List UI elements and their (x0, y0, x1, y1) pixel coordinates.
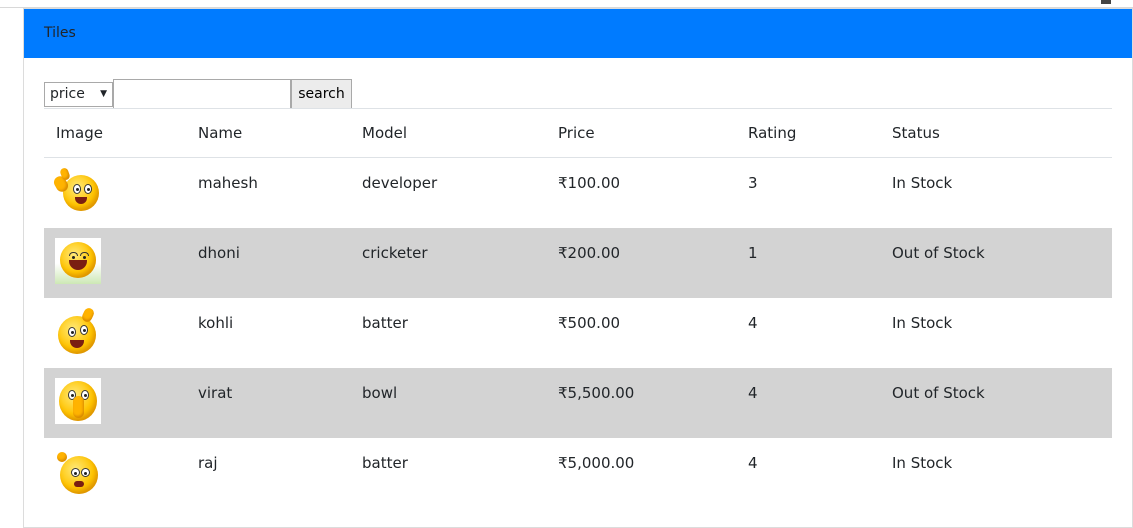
name-cell: raj (198, 453, 218, 472)
scroll-marker (1101, 0, 1111, 4)
rating-cell: 3 (748, 174, 758, 192)
image-cell (44, 158, 186, 228)
card-header: Tiles (24, 9, 1132, 58)
table-row: virat bowl ₹5,500.00 4 Out of Stock (44, 367, 1112, 438)
status-cell: In Stock (892, 174, 953, 192)
status-cell: Out of Stock (880, 227, 1112, 298)
dizzy-emoji-icon (55, 448, 101, 494)
image-cell (44, 298, 186, 368)
status-cell: Out of Stock (880, 367, 1112, 438)
price-cell: ₹5,500.00 (546, 367, 736, 438)
browser-top-edge (0, 0, 1133, 8)
column-header-image: Image (44, 108, 186, 158)
table-row: mahesh developer ₹100.00 3 In Stock (44, 158, 1112, 228)
column-header-status: Status (880, 108, 1112, 158)
products-table: Image Name Model Price Rating Status mah… (44, 108, 1112, 508)
column-header-rating: Rating (736, 108, 880, 158)
laughing-emoji-icon (55, 237, 101, 284)
price-cell: ₹5,000.00 (558, 453, 635, 472)
dropdown-arrow-icon: ▼ (100, 89, 107, 99)
column-header-model: Model (350, 108, 546, 158)
rating-cell: 1 (736, 227, 880, 298)
card-title: Tiles (44, 25, 76, 41)
thumbs-up-emoji-icon (51, 166, 101, 214)
status-cell: In Stock (892, 313, 953, 332)
image-cell (44, 367, 186, 438)
filter-select-value: price (50, 86, 85, 102)
model-cell: batter (362, 313, 408, 332)
column-header-name: Name (186, 108, 350, 158)
table-header-row: Image Name Model Price Rating Status (44, 108, 1112, 158)
model-cell: bowl (350, 367, 546, 438)
filter-select[interactable]: price ▼ (44, 82, 113, 107)
price-cell: ₹100.00 (558, 174, 621, 192)
rating-cell: 4 (748, 313, 758, 332)
rating-cell: 4 (736, 367, 880, 438)
search-input[interactable] (113, 79, 291, 109)
model-cell: cricketer (350, 227, 546, 298)
table-row: kohli batter ₹500.00 4 In Stock (44, 298, 1112, 368)
table-row: dhoni cricketer ₹200.00 1 Out of Stock (44, 227, 1112, 298)
name-cell: dhoni (186, 227, 350, 298)
model-cell: developer (362, 174, 438, 192)
tiles-card: Tiles price ▼ search Image Name Model Pr… (23, 8, 1133, 528)
model-cell: batter (362, 453, 408, 472)
price-cell: ₹200.00 (546, 227, 736, 298)
rating-cell: 4 (748, 453, 758, 472)
table-row: raj batter ₹5,000.00 4 In Stock (44, 438, 1112, 508)
shushing-emoji-icon (55, 377, 101, 424)
name-cell: kohli (198, 313, 234, 332)
name-cell: virat (186, 367, 350, 438)
thinking-emoji-icon (55, 306, 101, 354)
image-cell (44, 438, 186, 508)
column-header-price: Price (546, 108, 736, 158)
name-cell: mahesh (198, 174, 258, 192)
search-button[interactable]: search (291, 79, 352, 109)
status-cell: In Stock (892, 453, 953, 472)
search-toolbar: price ▼ search (44, 79, 352, 109)
price-cell: ₹500.00 (558, 313, 621, 332)
image-cell (44, 227, 186, 298)
